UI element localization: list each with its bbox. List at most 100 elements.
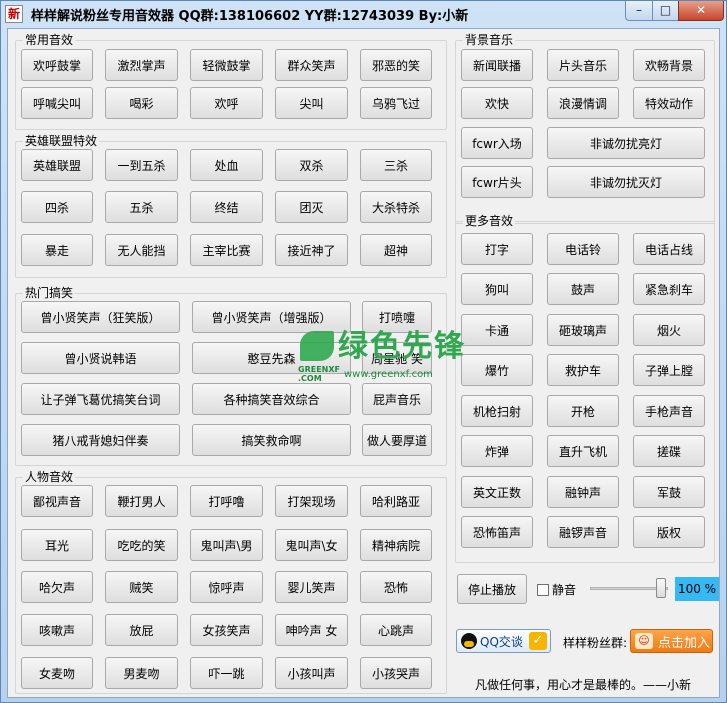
stop-playback-button[interactable]: 停止播放 [457, 574, 527, 604]
sound-button-people-24[interactable]: 小孩叫声 [275, 657, 348, 689]
sound-button-more-18[interactable]: 搓碟 [633, 435, 705, 467]
volume-slider[interactable] [590, 578, 670, 600]
sound-button-more-20[interactable]: 融钟声 [547, 476, 619, 508]
sound-button-killing-spree[interactable]: 大杀特杀 [360, 191, 432, 223]
sound-button-zeng-laugh-crazy[interactable]: 曾小贤笑声（狂笑版） [21, 301, 180, 333]
music-button-fcwr-opening[interactable]: fcwr片头 [461, 166, 533, 198]
mute-checkbox[interactable]: 静音 [537, 581, 576, 598]
sound-button-more-1[interactable]: 打字 [461, 233, 533, 265]
title-bar[interactable]: 新 样样解说粉丝专用音效器 QQ群:138106602 YY群:12743039… [1, 1, 726, 27]
sound-button-ace[interactable]: 团灭 [275, 191, 348, 223]
music-button-opening[interactable]: 片头音乐 [547, 49, 619, 81]
sound-button-zeng-korean[interactable]: 曾小贤说韩语 [21, 342, 180, 374]
sound-button-people-14[interactable]: 婴儿笑声 [275, 571, 348, 603]
sound-button-more-17[interactable]: 直升飞机 [547, 435, 619, 467]
sound-button-people-19[interactable]: 呻吟声 女 [275, 614, 348, 646]
sound-button-people-5[interactable]: 哈利路亚 [360, 485, 432, 517]
watermark-url: www.greenxf.com [344, 369, 433, 380]
music-button-action[interactable]: 特效动作 [633, 87, 705, 119]
mute-checkbox-box[interactable] [537, 583, 549, 596]
music-button-news[interactable]: 新闻联播 [461, 49, 533, 81]
sound-button-people-6[interactable]: 耳光 [21, 529, 93, 561]
maximize-button[interactable]: □ [652, 1, 679, 21]
sound-button-people-16[interactable]: 咳嗽声 [21, 614, 93, 646]
sound-button-more-11[interactable]: 救护车 [547, 354, 619, 386]
sound-button-people-25[interactable]: 小孩哭声 [360, 657, 432, 689]
sound-button-more-9[interactable]: 烟火 [633, 314, 705, 346]
sound-button-intense-applause[interactable]: 激烈掌声 [105, 49, 178, 81]
sound-button-double-kill[interactable]: 双杀 [275, 149, 348, 181]
music-button-fcwr-light-off[interactable]: 非诚勿扰灭灯 [547, 166, 705, 198]
minimize-button[interactable]: – [625, 1, 653, 21]
sound-button-scream-shout[interactable]: 呼喊尖叫 [21, 87, 93, 119]
sound-button-quadra-kill[interactable]: 四杀 [21, 191, 93, 223]
sound-button-people-9[interactable]: 鬼叫声\女 [275, 529, 348, 561]
sound-button-first-blood[interactable]: 处血 [190, 149, 263, 181]
sound-button-people-12[interactable]: 贼笑 [105, 571, 178, 603]
sound-button-triple-kill[interactable]: 三杀 [360, 149, 432, 181]
sound-button-more-6[interactable]: 紧急刹车 [633, 273, 705, 305]
sound-button-copyright[interactable]: 版权 [633, 516, 705, 548]
volume-readout: 100 % [675, 577, 719, 601]
sound-button-people-17[interactable]: 放屁 [105, 614, 178, 646]
sound-button-pigsy-song[interactable]: 猪八戒背媳妇伴奏 [21, 424, 180, 456]
sound-button-people-2[interactable]: 鞭打男人 [105, 485, 178, 517]
join-group-button[interactable]: ☺ 点击加入 [630, 629, 713, 653]
sound-button-dominating[interactable]: 主宰比赛 [190, 234, 263, 266]
sound-button-people-7[interactable]: 吃吃的笑 [105, 529, 178, 561]
sound-button-light-applause[interactable]: 轻微鼓掌 [190, 49, 263, 81]
sound-button-people-3[interactable]: 打呼噜 [190, 485, 263, 517]
sound-button-bravo[interactable]: 喝彩 [105, 87, 178, 119]
music-button-fcwr-entry[interactable]: fcwr入场 [461, 127, 533, 159]
sound-button-unstoppable[interactable]: 无人能挡 [105, 234, 178, 266]
sound-button-people-13[interactable]: 惊呼声 [190, 571, 263, 603]
sound-button-more-21[interactable]: 军鼓 [633, 476, 705, 508]
sound-button-more-23[interactable]: 融锣声音 [547, 516, 619, 548]
sound-button-more-2[interactable]: 电话铃 [547, 233, 619, 265]
sound-button-more-22[interactable]: 恐怖笛声 [461, 516, 533, 548]
close-button[interactable]: ✕ [678, 1, 724, 21]
sound-button-more-16[interactable]: 炸弹 [461, 435, 533, 467]
sound-button-more-5[interactable]: 鼓声 [547, 273, 619, 305]
sound-button-people-8[interactable]: 鬼叫声\男 [190, 529, 263, 561]
music-button-cheerful[interactable]: 欢快 [461, 87, 533, 119]
sound-button-people-22[interactable]: 男麦吻 [105, 657, 178, 689]
sound-button-more-14[interactable]: 开枪 [547, 395, 619, 427]
sound-button-people-10[interactable]: 精神病院 [360, 529, 432, 561]
sound-button-crow-fly[interactable]: 乌鸦飞过 [360, 87, 432, 119]
sound-button-more-15[interactable]: 手枪声音 [633, 395, 705, 427]
sound-button-people-23[interactable]: 吓一跳 [190, 657, 263, 689]
sound-button-people-4[interactable]: 打架现场 [275, 485, 348, 517]
sound-button-people-1[interactable]: 鄙视声音 [21, 485, 93, 517]
music-button-joyful-bg[interactable]: 欢畅背景 [633, 49, 705, 81]
sound-button-shutdown[interactable]: 终结 [190, 191, 263, 223]
sound-button-funny-help[interactable]: 搞笑救命啊 [192, 424, 351, 456]
sound-button-cheer-applause[interactable]: 欢呼鼓掌 [21, 49, 93, 81]
sound-button-penta-kill[interactable]: 五杀 [105, 191, 178, 223]
sound-button-more-8[interactable]: 砸玻璃声 [547, 314, 619, 346]
sound-button-scream[interactable]: 尖叫 [275, 87, 348, 119]
sound-button-crowd-laugh[interactable]: 群众笑声 [275, 49, 348, 81]
sound-button-more-4[interactable]: 狗叫 [461, 273, 533, 305]
sound-button-bullets-fly-lines[interactable]: 让子弹飞葛优搞笑台词 [21, 383, 180, 415]
qq-chat-button[interactable]: QQ交谈 ✓ [456, 629, 551, 653]
sound-button-rampage[interactable]: 暴走 [21, 234, 93, 266]
music-button-fcwr-light-on[interactable]: 非诚勿扰亮灯 [547, 127, 705, 159]
sound-button-people-11[interactable]: 哈欠声 [21, 571, 93, 603]
sound-button-more-3[interactable]: 电话占线 [633, 233, 705, 265]
sound-button-cheer[interactable]: 欢呼 [190, 87, 263, 119]
sound-button-evil-laugh[interactable]: 邪恶的笑 [360, 49, 432, 81]
sound-button-kill-1-5[interactable]: 一到五杀 [105, 149, 178, 181]
sound-button-be-decent[interactable]: 做人要厚道 [362, 424, 432, 456]
sound-button-godlike[interactable]: 接近神了 [275, 234, 348, 266]
sound-button-people-18[interactable]: 女孩笑声 [190, 614, 263, 646]
sound-button-people-15[interactable]: 恐怖 [360, 571, 432, 603]
volume-slider-thumb[interactable] [656, 578, 666, 598]
sound-button-people-21[interactable]: 女麦吻 [21, 657, 93, 689]
sound-button-lol[interactable]: 英雄联盟 [21, 149, 93, 181]
sound-button-legendary[interactable]: 超神 [360, 234, 432, 266]
sound-button-more-12[interactable]: 子弹上膛 [633, 354, 705, 386]
music-button-romantic[interactable]: 浪漫情调 [547, 87, 619, 119]
sound-button-more-19[interactable]: 英文正数 [461, 476, 533, 508]
sound-button-people-20[interactable]: 心跳声 [360, 614, 432, 646]
